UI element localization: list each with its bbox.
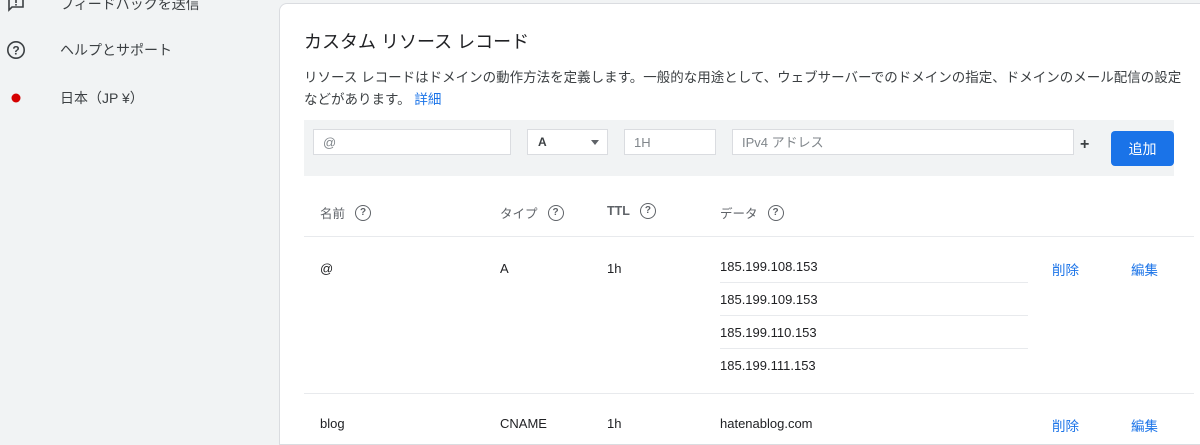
learn-more-link[interactable]: 詳細 (414, 92, 441, 107)
header-type-label: タイプ (500, 207, 538, 221)
row-data-item: 185.199.110.153 (720, 316, 1028, 349)
add-button[interactable]: 追加 (1111, 131, 1174, 166)
header-name: 名前 ? (320, 203, 372, 222)
header-data-label: データ (720, 207, 758, 221)
feedback-icon (6, 0, 26, 14)
help-icon[interactable]: ? (639, 203, 656, 219)
row-data-item: 185.199.109.153 (720, 283, 1028, 316)
sidebar-item-label: ヘルプとサポート (60, 42, 172, 58)
card-description: リソース レコードはドメインの動作方法を定義します。一般的な用途として、ウェブサ… (304, 67, 1184, 111)
sidebar: フィードバックを送信 ? ヘルプとサポート 日本（JP ¥） (0, 0, 278, 424)
header-type: タイプ ? (500, 203, 564, 222)
edit-button[interactable]: 編集 (1131, 259, 1158, 279)
record-type-value: A (538, 135, 547, 149)
help-icon[interactable]: ? (767, 204, 784, 221)
edit-button[interactable]: 編集 (1131, 415, 1158, 435)
header-ttl: TTL ? (607, 203, 656, 219)
svg-text:?: ? (12, 44, 19, 58)
hostname-input[interactable]: @ (313, 129, 511, 155)
sidebar-item-label: 日本（JP ¥） (60, 90, 144, 106)
record-type-select[interactable]: A (527, 129, 608, 155)
add-record-form: @ A 1H IPv4 アドレス + 追加 (304, 120, 1174, 176)
header-name-label: 名前 (320, 207, 346, 221)
card-title: カスタム リソース レコード (304, 32, 530, 52)
row-data-item: 185.199.111.153 (720, 358, 816, 373)
ttl-input[interactable]: 1H (624, 129, 716, 155)
delete-button[interactable]: 削除 (1052, 259, 1079, 279)
row-name: @ (320, 261, 334, 276)
divider (304, 236, 1194, 237)
row-data-item: 185.199.108.153 (720, 250, 1028, 283)
help-icon[interactable]: ? (355, 204, 372, 221)
data-input[interactable]: IPv4 アドレス (732, 129, 1074, 155)
japan-flag-icon (6, 88, 26, 108)
row-type: A (500, 261, 509, 276)
header-data: データ ? (720, 203, 784, 222)
help-icon[interactable]: ? (547, 204, 564, 221)
delete-button[interactable]: 削除 (1052, 415, 1079, 435)
help-icon: ? (6, 40, 26, 60)
divider (304, 393, 1194, 394)
sidebar-item-label: フィードバックを送信 (60, 0, 200, 12)
add-data-plus-button[interactable]: + (1080, 136, 1089, 154)
header-ttl-label: TTL (607, 204, 630, 218)
row-ttl: 1h (607, 261, 622, 276)
dropdown-caret-icon (591, 140, 599, 145)
